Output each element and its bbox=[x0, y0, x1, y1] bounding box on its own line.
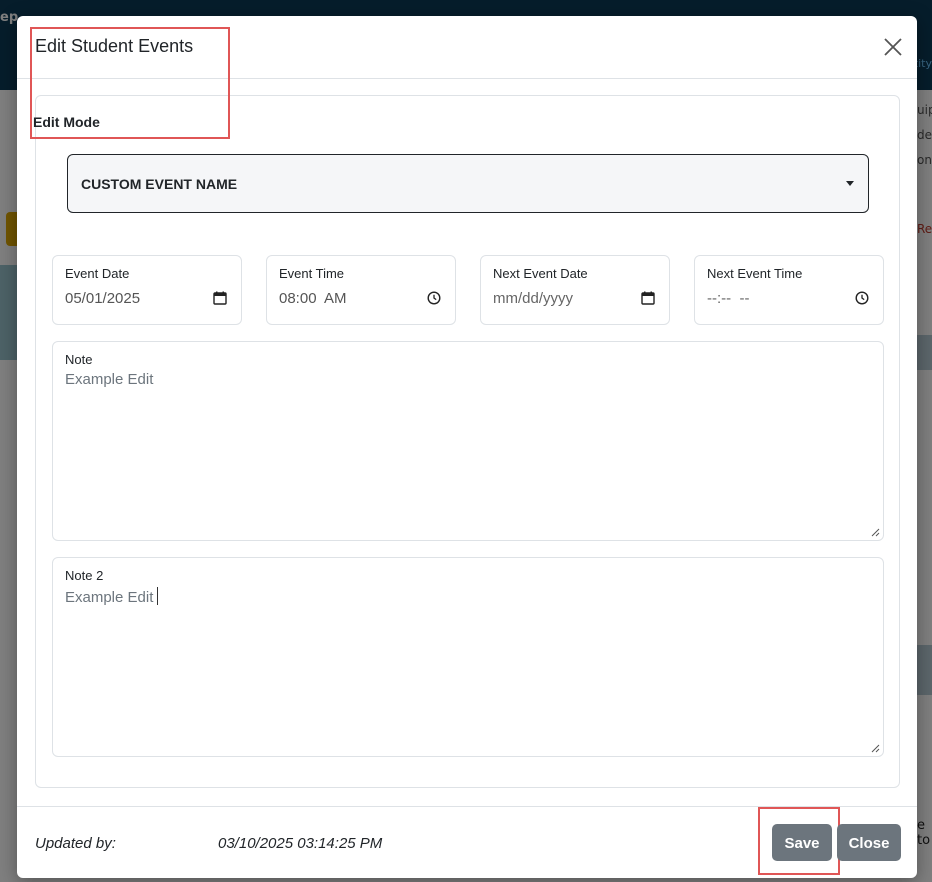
event-name-select[interactable]: CUSTOM EVENT NAME bbox=[67, 154, 869, 213]
field-label: Event Date bbox=[65, 266, 130, 281]
updated-by-value: 03/10/2025 03:14:25 PM bbox=[218, 835, 383, 852]
resize-handle-icon[interactable] bbox=[871, 528, 880, 537]
calendar-icon[interactable] bbox=[213, 291, 227, 305]
modal-footer: Updated by: 03/10/2025 03:14:25 PM Save … bbox=[17, 806, 917, 879]
field-value: 05/01/2025 bbox=[65, 290, 141, 307]
field-label: Next Event Time bbox=[707, 266, 803, 281]
note2-label: Note 2 bbox=[65, 568, 104, 583]
resize-handle-icon[interactable] bbox=[871, 744, 880, 753]
next-event-time-field[interactable]: Next Event Time --:-- -- bbox=[694, 255, 884, 325]
note2-value-wrap: Example Edit bbox=[65, 587, 159, 606]
close-icon[interactable] bbox=[881, 35, 905, 59]
edit-student-events-modal: Edit Student Events Edit Mode CUSTOM EVE… bbox=[17, 16, 917, 878]
note-label: Note bbox=[65, 352, 93, 367]
note2-value: Example Edit bbox=[65, 589, 154, 606]
clock-icon[interactable] bbox=[427, 291, 441, 305]
modal-title: Edit Student Events bbox=[35, 36, 194, 56]
close-button[interactable]: Close bbox=[837, 824, 901, 861]
field-value: --:-- -- bbox=[707, 290, 750, 307]
updated-by-label: Updated by: bbox=[35, 835, 116, 852]
note-textarea[interactable]: Note Example Edit bbox=[52, 341, 884, 541]
event-time-field[interactable]: Event Time 08:00 AM bbox=[266, 255, 456, 325]
event-date-field[interactable]: Event Date 05/01/2025 bbox=[52, 255, 242, 325]
clock-icon[interactable] bbox=[855, 291, 869, 305]
note-value: Example Edit bbox=[65, 371, 154, 388]
field-value: 08:00 AM bbox=[279, 290, 347, 307]
card-title: Edit Mode bbox=[33, 114, 100, 130]
event-name-selected: CUSTOM EVENT NAME bbox=[81, 176, 238, 192]
field-label: Next Event Date bbox=[493, 266, 588, 281]
field-label: Event Time bbox=[279, 266, 345, 281]
note2-textarea[interactable]: Note 2 Example Edit bbox=[52, 557, 884, 757]
calendar-icon[interactable] bbox=[641, 291, 655, 305]
text-cursor bbox=[157, 587, 159, 605]
field-value: mm/dd/yyyy bbox=[493, 290, 574, 307]
next-event-date-field[interactable]: Next Event Date mm/dd/yyyy bbox=[480, 255, 670, 325]
modal-header: Edit Student Events bbox=[17, 16, 917, 79]
save-button[interactable]: Save bbox=[772, 824, 832, 861]
caret-down-icon bbox=[846, 181, 854, 186]
